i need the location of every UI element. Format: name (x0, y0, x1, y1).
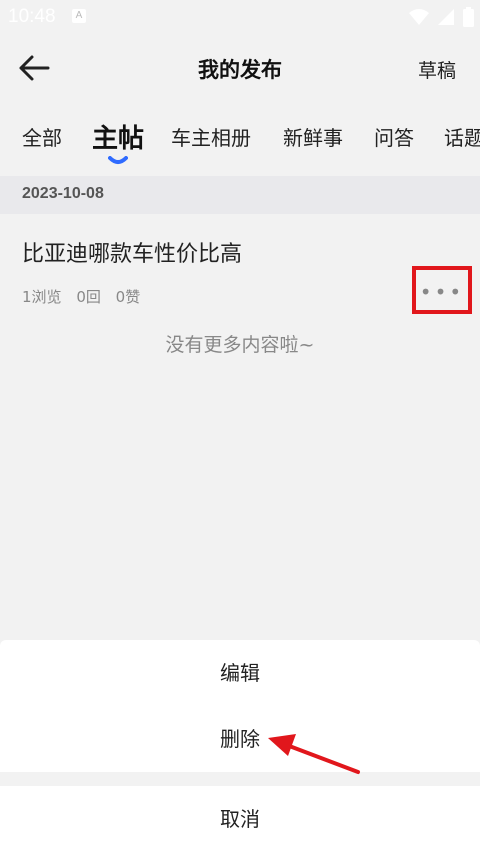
tab-bar: 全部 主帖 车主相册 新鲜事 问答 话题 (0, 102, 480, 174)
action-sheet: 编辑 删除 取消 (0, 640, 480, 853)
notification-icon: A (72, 9, 86, 23)
status-bar: 10:48 A (0, 0, 480, 34)
battery-icon (463, 7, 474, 27)
app-header: 我的发布 草稿 (0, 34, 480, 102)
pointer-arrow-icon (268, 734, 360, 774)
post-stats: 1浏览 0回 0赞 (22, 286, 150, 307)
no-more-content: 没有更多内容啦~ (165, 334, 315, 356)
tab-all[interactable]: 全部 (22, 122, 62, 151)
view-count: 1浏览 (22, 288, 62, 306)
system-icons (409, 6, 474, 28)
wifi-icon (409, 9, 429, 25)
tab-qa[interactable]: 问答 (374, 122, 414, 151)
more-options-button[interactable]: ••• (412, 266, 472, 314)
page-title: 我的发布 (198, 58, 282, 82)
status-time: 10:48 (8, 6, 56, 27)
signal-icon (438, 9, 454, 25)
post-title[interactable]: 比亚迪哪款车性价比高 (22, 236, 242, 268)
edit-button[interactable]: 编辑 (0, 640, 480, 706)
more-dots-icon: ••• (419, 280, 465, 304)
tab-news[interactable]: 新鲜事 (283, 122, 343, 151)
reply-count: 0回 (76, 288, 101, 306)
sheet-divider (0, 772, 480, 786)
active-tab-indicator (108, 156, 128, 164)
date-header: 2023-10-08 (0, 176, 480, 214)
cancel-button[interactable]: 取消 (0, 786, 480, 852)
delete-button[interactable]: 删除 (0, 706, 480, 772)
tab-topics[interactable]: 话题 (444, 122, 480, 151)
tab-owner-album[interactable]: 车主相册 (171, 122, 251, 151)
drafts-button[interactable]: 草稿 (418, 56, 456, 83)
post-list-item[interactable]: 比亚迪哪款车性价比高 1浏览 0回 0赞 ••• (0, 214, 480, 314)
like-count: 0赞 (115, 288, 141, 306)
tab-main-posts[interactable]: 主帖 (92, 118, 144, 155)
post-date: 2023-10-08 (22, 185, 104, 202)
